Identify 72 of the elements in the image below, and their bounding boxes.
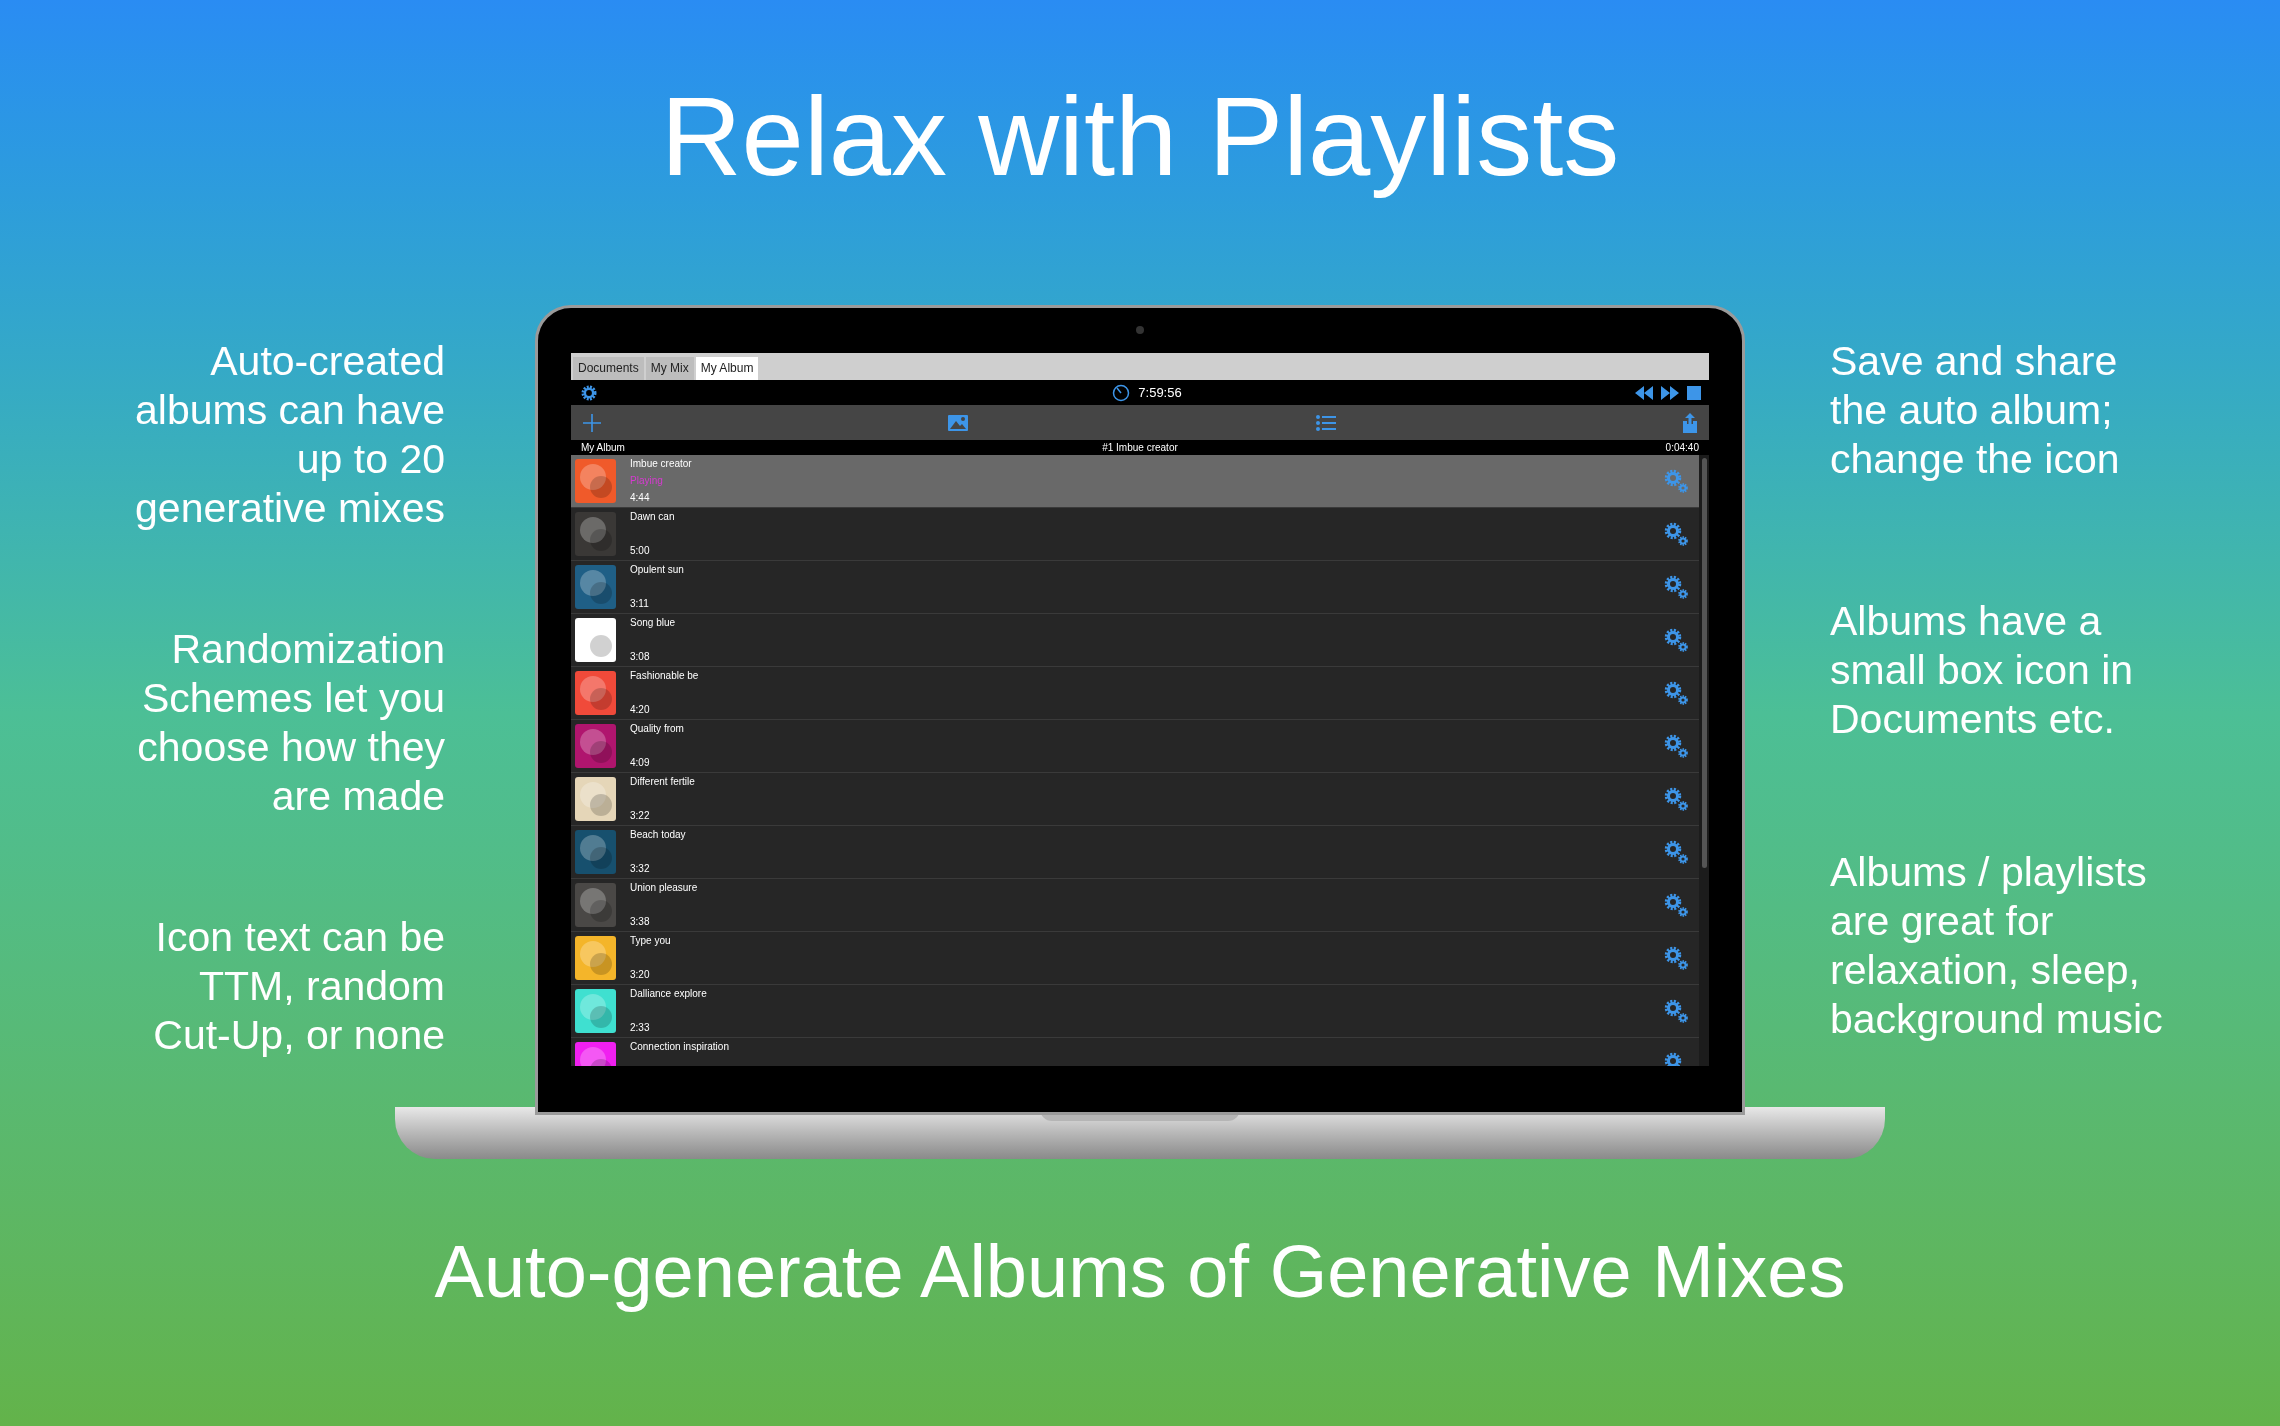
track-title: Connection inspiration xyxy=(630,1041,730,1053)
gears-icon[interactable] xyxy=(1663,627,1689,653)
feature-note: Save and share the auto album; change the icon xyxy=(1830,337,2120,484)
image-icon[interactable] xyxy=(948,414,969,431)
now-playing: #1 Imbue creator xyxy=(1102,441,1178,455)
plus-icon[interactable] xyxy=(583,413,601,432)
share-icon[interactable] xyxy=(1683,412,1697,433)
gears-icon[interactable] xyxy=(1663,945,1689,971)
caption: Auto-generate Albums of Generative Mixes xyxy=(434,1229,1846,1315)
track-duration: 3:32 xyxy=(630,863,651,875)
feature-note: Auto-created albums can have up to 20 generative mixes xyxy=(135,337,445,533)
track-duration: 4:09 xyxy=(630,757,651,769)
tab[interactable]: My Album xyxy=(695,357,759,380)
gears-icon[interactable] xyxy=(1663,574,1689,600)
track-title: Quality from xyxy=(630,723,685,735)
track-duration: 2:33 xyxy=(630,1022,651,1034)
track-row[interactable]: Opulent sun 3:11 xyxy=(571,561,1699,614)
track-row[interactable]: Beach today 3:32 xyxy=(571,826,1699,879)
track-row[interactable]: Union pleasure 3:38 xyxy=(571,879,1699,932)
track-title: Fashionable be xyxy=(630,670,700,682)
track-row[interactable]: Connection inspiration xyxy=(571,1038,1699,1066)
gears-icon[interactable] xyxy=(1663,998,1689,1024)
tab[interactable]: Documents xyxy=(573,357,644,380)
fast-forward-icon[interactable] xyxy=(1661,385,1679,400)
gears-icon[interactable] xyxy=(1663,839,1689,865)
feature-note: Randomization Schemes let you choose how they are made xyxy=(137,625,445,821)
track-title: Union pleasure xyxy=(630,882,699,894)
track-title: Different fertile xyxy=(630,776,696,788)
track-duration: 3:22 xyxy=(630,810,651,822)
feature-note: Albums have a small box icon in Documents etc. xyxy=(1830,597,2134,744)
track-duration: 3:38 xyxy=(630,916,651,928)
track-duration: 5:00 xyxy=(630,545,651,557)
gears-icon[interactable] xyxy=(1663,521,1689,547)
timer-icon[interactable] xyxy=(1112,383,1131,402)
track-duration: 3:20 xyxy=(630,969,651,981)
feature-note: Icon text can be TTM, random Cut-Up, or none xyxy=(153,913,445,1060)
camera-icon xyxy=(1136,326,1144,334)
track-duration: 3:08 xyxy=(630,651,651,663)
track-row[interactable]: Imbue creator Playing 4:44 xyxy=(571,455,1699,508)
feature-note: Albums / playlists are great for relaxation, sleep, background music xyxy=(1830,848,2163,1044)
track-status: Playing xyxy=(630,475,664,487)
gears-icon[interactable] xyxy=(1663,786,1689,812)
track-row[interactable]: Quality from 4:09 xyxy=(571,720,1699,773)
timer-readout: 7:59:56 xyxy=(1138,383,1182,402)
scrollbar[interactable] xyxy=(1699,455,1709,1066)
scroll-thumb[interactable] xyxy=(1701,458,1707,868)
track-row[interactable]: Fashionable be 4:20 xyxy=(571,667,1699,720)
track-duration: 4:20 xyxy=(630,704,651,716)
list-icon[interactable] xyxy=(1315,414,1336,431)
track-duration: 3:11 xyxy=(630,598,650,610)
gears-icon[interactable] xyxy=(1663,733,1689,759)
track-title: Dawn can xyxy=(630,511,676,523)
track-row[interactable]: Type you 3:20 xyxy=(571,932,1699,985)
track-row[interactable]: Dawn can 5:00 xyxy=(571,508,1699,561)
tab[interactable]: My Mix xyxy=(645,357,694,380)
track-row[interactable]: Song blue 3:08 xyxy=(571,614,1699,667)
track-title: Imbue creator xyxy=(630,458,693,470)
track-title: Song blue xyxy=(630,617,677,629)
track-row[interactable]: Different fertile 3:22 xyxy=(571,773,1699,826)
gears-icon[interactable] xyxy=(1663,892,1689,918)
track-title: Type you xyxy=(630,935,672,947)
stop-icon[interactable] xyxy=(1687,385,1701,400)
gears-icon[interactable] xyxy=(1663,680,1689,706)
track-duration: 4:44 xyxy=(630,492,651,504)
track-title: Opulent sun xyxy=(630,564,685,576)
album-name: My Album xyxy=(581,441,626,455)
headline: Relax with Playlists xyxy=(660,73,1620,201)
track-title: Dalliance explore xyxy=(630,988,708,1000)
track-title: Beach today xyxy=(630,829,687,841)
track-row[interactable]: Dalliance explore 2:33 xyxy=(571,985,1699,1038)
rewind-icon[interactable] xyxy=(1635,385,1653,400)
elapsed-time: 0:04:40 xyxy=(1664,441,1699,455)
